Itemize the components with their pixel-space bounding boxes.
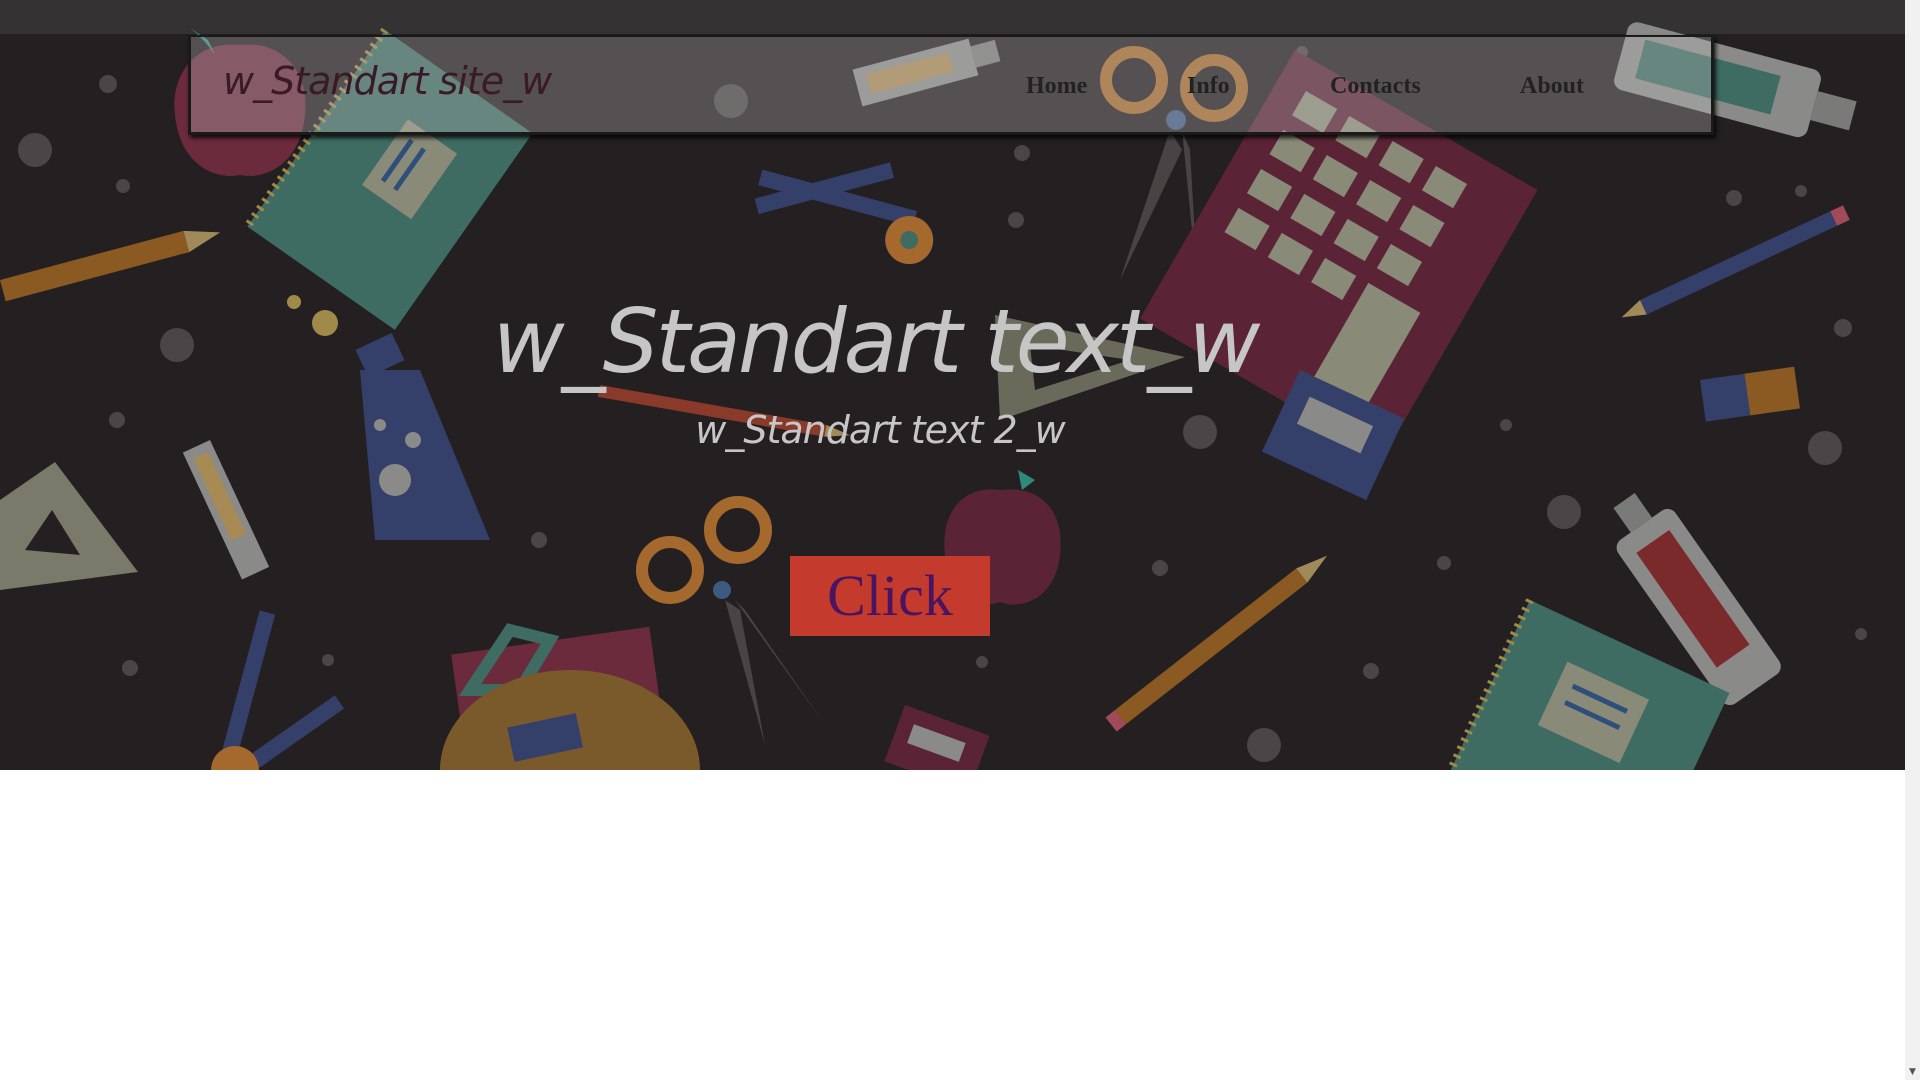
click-button[interactable]: Click [790, 556, 990, 636]
nav-link-info[interactable]: Info [1187, 73, 1230, 100]
page-scrollbar[interactable]: ▼ [1905, 0, 1920, 1080]
top-navbar: w_Standart site_w Home Info Contacts Abo… [188, 35, 1714, 135]
nav-link-about[interactable]: About [1520, 73, 1584, 100]
hero-subtitle: w_Standart text 2_w [695, 408, 1065, 452]
hero-title: w_Standart text_w [492, 290, 1261, 393]
chevron-down-icon[interactable]: ▼ [1907, 1067, 1918, 1078]
nav-link-home[interactable]: Home [1026, 73, 1087, 100]
site-logo[interactable]: w_Standart site_w [223, 59, 552, 103]
nav-link-contacts[interactable]: Contacts [1330, 73, 1421, 100]
hero-section: w_Standart site_w Home Info Contacts Abo… [0, 0, 1905, 770]
